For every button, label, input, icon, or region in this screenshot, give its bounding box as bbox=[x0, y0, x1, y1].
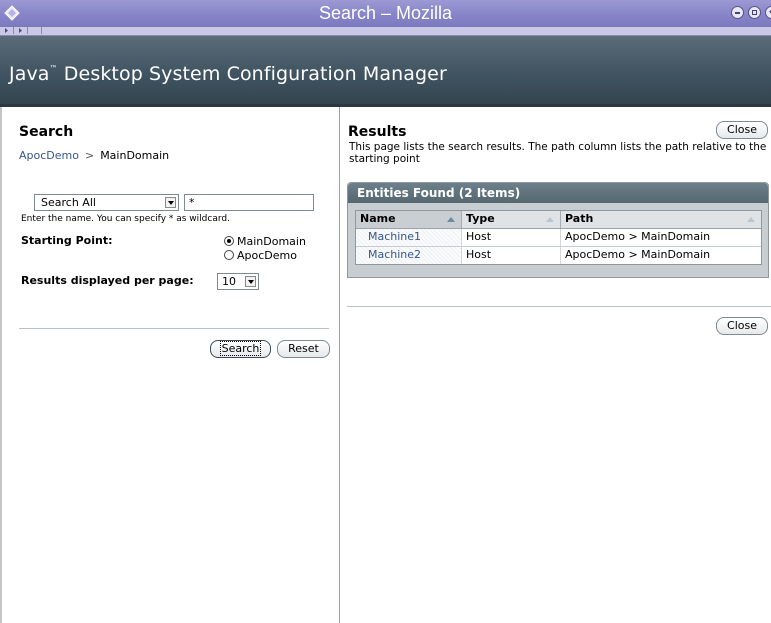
results-per-page-value: 10 bbox=[222, 275, 236, 288]
window-title: Search – Mozilla bbox=[318, 3, 453, 23]
divider bbox=[19, 328, 329, 329]
close-button-bottom[interactable]: Close bbox=[716, 317, 768, 335]
breadcrumb-current: MainDomain bbox=[100, 149, 170, 162]
results-per-page-select[interactable]: 10 bbox=[217, 273, 259, 290]
column-header-path[interactable]: Path bbox=[561, 211, 761, 228]
breadcrumb-separator: > bbox=[84, 149, 95, 162]
window-titlebar: Search – Mozilla bbox=[0, 0, 771, 27]
entity-link[interactable]: Machine1 bbox=[368, 230, 421, 243]
back-arrow-icon[interactable] bbox=[0, 27, 14, 34]
sort-icon[interactable] bbox=[546, 217, 554, 222]
table-header: Name Type Path bbox=[356, 211, 761, 229]
close-window-icon[interactable] bbox=[765, 6, 771, 19]
close-button[interactable]: Close bbox=[716, 121, 768, 139]
search-scope-value: Search All bbox=[41, 196, 96, 209]
chevron-down-icon[interactable] bbox=[245, 276, 256, 287]
entity-link[interactable]: Machine2 bbox=[368, 248, 421, 261]
sort-ascending-icon[interactable] bbox=[447, 217, 455, 222]
results-per-page-label: Results displayed per page: bbox=[21, 274, 194, 287]
table-cell-path: ApocDemo > MainDomain bbox=[565, 230, 711, 243]
results-panel: Results Close This page lists the search… bbox=[341, 107, 771, 623]
table-cell-path: ApocDemo > MainDomain bbox=[565, 248, 711, 261]
radio-unselected-icon[interactable] bbox=[224, 250, 234, 260]
maximize-icon[interactable] bbox=[748, 6, 761, 19]
breadcrumb: ApocDemo > MainDomain bbox=[19, 149, 169, 162]
wildcard-hint: Enter the name. You can specify * as wil… bbox=[21, 214, 230, 224]
results-table-title: Entities Found (2 Items) bbox=[348, 183, 768, 203]
starting-point-label: Starting Point: bbox=[21, 234, 113, 247]
search-scope-select[interactable]: Search All bbox=[34, 194, 179, 211]
breadcrumb-link-apocdemo[interactable]: ApocDemo bbox=[19, 149, 79, 162]
column-header-type[interactable]: Type bbox=[462, 211, 561, 228]
divider bbox=[347, 306, 771, 307]
sort-icon[interactable] bbox=[747, 217, 755, 222]
navigation-strip bbox=[0, 27, 771, 36]
results-description: This page lists the search results. The … bbox=[349, 141, 767, 165]
results-table-container: Entities Found (2 Items) Name Type Path … bbox=[347, 182, 769, 278]
radio-selected-icon[interactable] bbox=[224, 236, 234, 246]
panel-edge bbox=[0, 107, 2, 623]
trademark-symbol: ™ bbox=[49, 64, 58, 73]
table-row: Machine1 Host ApocDemo > MainDomain bbox=[356, 229, 761, 247]
results-heading: Results bbox=[348, 124, 407, 140]
radio-apocdemo[interactable]: ApocDemo bbox=[224, 249, 297, 262]
table-cell-type: Host bbox=[462, 247, 561, 264]
search-panel: Search ApocDemo > MainDomain Search All En… bbox=[0, 107, 340, 623]
forward-arrow-icon[interactable] bbox=[14, 27, 28, 34]
column-header-name[interactable]: Name bbox=[356, 211, 462, 228]
masthead: Java™ Desktop System Configuration Manag… bbox=[0, 36, 771, 107]
app-title: Java™ Desktop System Configuration Manag… bbox=[9, 63, 447, 85]
radio-maindomain[interactable]: MainDomain bbox=[224, 235, 306, 248]
table-cell-type: Host bbox=[462, 229, 561, 246]
search-button[interactable]: Search bbox=[210, 340, 271, 358]
reset-button[interactable]: Reset bbox=[277, 340, 330, 358]
chevron-down-icon[interactable] bbox=[165, 197, 176, 208]
nav-spacer bbox=[28, 27, 42, 34]
table-row: Machine2 Host ApocDemo > MainDomain bbox=[356, 247, 761, 264]
results-table: Name Type Path Machine1 Host ApocDemo > … bbox=[355, 210, 762, 265]
minimize-icon[interactable] bbox=[731, 6, 744, 19]
search-heading: Search bbox=[19, 124, 74, 140]
name-search-input[interactable] bbox=[184, 194, 314, 211]
